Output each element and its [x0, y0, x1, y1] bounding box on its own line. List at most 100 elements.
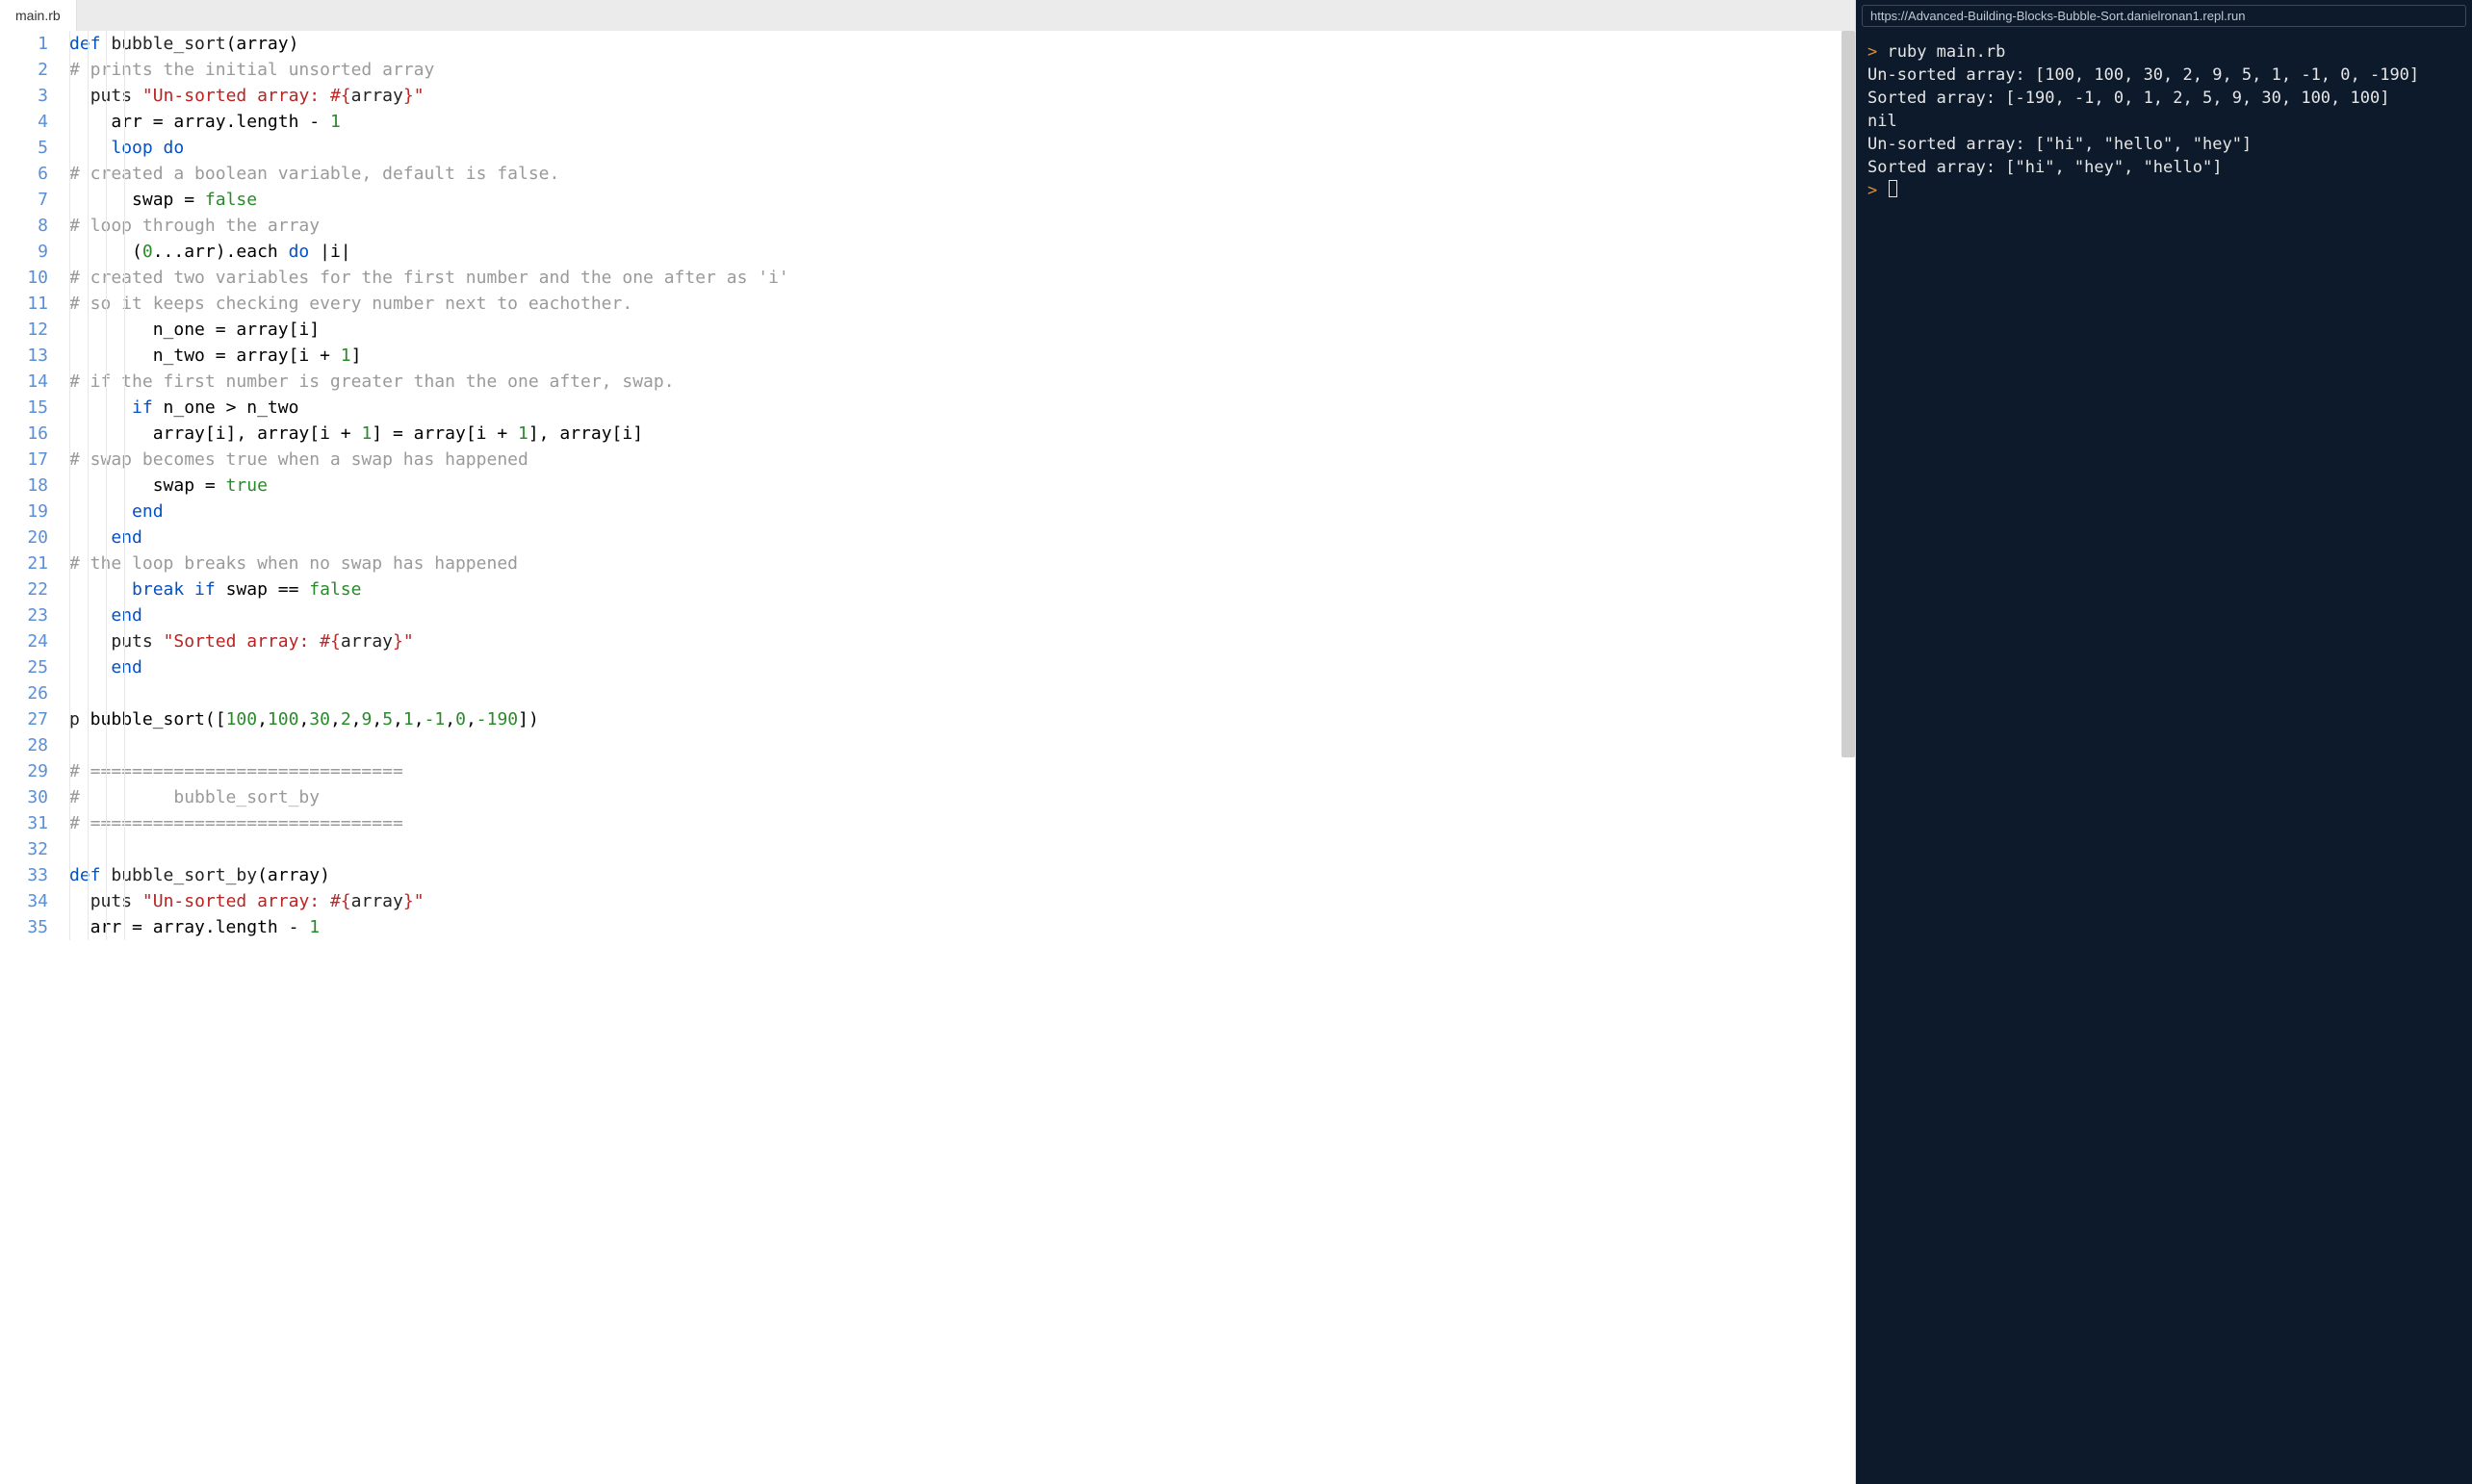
indent-guide [88, 602, 89, 628]
code-line[interactable]: break if swap == false [69, 576, 1855, 602]
terminal-line: Un-sorted array: [100, 100, 30, 2, 9, 5,… [1867, 64, 2460, 87]
code-line[interactable] [69, 680, 1855, 706]
code-line[interactable]: # prints the initial unsorted array [69, 57, 1855, 83]
code-line[interactable]: swap = false [69, 187, 1855, 213]
indent-guide [124, 784, 125, 810]
indent-guide [69, 369, 70, 395]
indent-guide [106, 525, 107, 550]
code-line[interactable]: array[i], array[i + 1] = array[i + 1], a… [69, 421, 1855, 447]
indent-guide [124, 628, 125, 654]
line-number: 30 [0, 784, 48, 810]
indent-guide [124, 550, 125, 576]
indent-guide [106, 213, 107, 239]
line-number: 4 [0, 109, 48, 135]
code-line[interactable]: puts "Sorted array: #{array}" [69, 628, 1855, 654]
code-line[interactable]: end [69, 499, 1855, 525]
line-number: 20 [0, 525, 48, 550]
indent-guide [69, 862, 70, 888]
code-line[interactable]: # ============================== [69, 810, 1855, 836]
code-line[interactable]: def bubble_sort(array) [69, 31, 1855, 57]
indent-guide [124, 602, 125, 628]
prompt-icon: > [1867, 181, 1887, 200]
indent-guide [124, 473, 125, 499]
code-line[interactable]: # created a boolean variable, default is… [69, 161, 1855, 187]
code-line[interactable]: arr = array.length - 1 [69, 914, 1855, 940]
indent-guide [69, 421, 70, 447]
line-number: 19 [0, 499, 48, 525]
line-number: 2 [0, 57, 48, 83]
indent-guide [88, 758, 89, 784]
indent-guide [69, 576, 70, 602]
code-content[interactable]: def bubble_sort(array)# prints the initi… [62, 31, 1855, 940]
code-line[interactable]: # if the first number is greater than th… [69, 369, 1855, 395]
indent-guide [106, 602, 107, 628]
indent-guide [106, 83, 107, 109]
indent-guide [88, 161, 89, 187]
indent-guide [106, 758, 107, 784]
code-line[interactable]: # the loop breaks when no swap has happe… [69, 550, 1855, 576]
indent-guide [88, 706, 89, 732]
line-number: 9 [0, 239, 48, 265]
code-line[interactable]: def bubble_sort_by(array) [69, 862, 1855, 888]
code-line[interactable]: puts "Un-sorted array: #{array}" [69, 83, 1855, 109]
indent-guide [69, 109, 70, 135]
terminal-output[interactable]: > ruby main.rbUn-sorted array: [100, 100… [1856, 31, 2472, 1484]
code-line[interactable]: loop do [69, 135, 1855, 161]
line-number: 18 [0, 473, 48, 499]
indent-guide [124, 447, 125, 473]
indent-guide [124, 317, 125, 343]
url-input[interactable]: https://Advanced-Building-Blocks-Bubble-… [1862, 5, 2466, 27]
indent-guide [124, 135, 125, 161]
code-line[interactable] [69, 836, 1855, 862]
indent-guide [69, 888, 70, 914]
indent-guide [124, 576, 125, 602]
indent-guide [124, 213, 125, 239]
indent-guide [124, 57, 125, 83]
code-line[interactable]: puts "Un-sorted array: #{array}" [69, 888, 1855, 914]
code-line[interactable]: # ============================== [69, 758, 1855, 784]
line-number: 15 [0, 395, 48, 421]
code-line[interactable]: n_one = array[i] [69, 317, 1855, 343]
line-number: 12 [0, 317, 48, 343]
code-line[interactable]: # bubble_sort_by [69, 784, 1855, 810]
code-line[interactable]: swap = true [69, 473, 1855, 499]
indent-guide [69, 57, 70, 83]
terminal-line: Sorted array: [-190, -1, 0, 1, 2, 5, 9, … [1867, 87, 2460, 110]
indent-guide [88, 239, 89, 265]
indent-guide [88, 525, 89, 550]
code-line[interactable]: # created two variables for the first nu… [69, 265, 1855, 291]
indent-guide [69, 395, 70, 421]
line-number: 33 [0, 862, 48, 888]
scrollbar[interactable] [1841, 31, 1855, 757]
code-line[interactable]: end [69, 602, 1855, 628]
code-line[interactable]: (0...arr).each do |i| [69, 239, 1855, 265]
code-line[interactable]: end [69, 525, 1855, 550]
code-line[interactable] [69, 732, 1855, 758]
indent-guide [69, 784, 70, 810]
code-line[interactable]: end [69, 654, 1855, 680]
code-line[interactable]: if n_one > n_two [69, 395, 1855, 421]
indent-guide [69, 343, 70, 369]
code-line[interactable]: n_two = array[i + 1] [69, 343, 1855, 369]
line-number: 6 [0, 161, 48, 187]
line-number: 11 [0, 291, 48, 317]
code-line[interactable]: # swap becomes true when a swap has happ… [69, 447, 1855, 473]
code-line[interactable]: # so it keeps checking every number next… [69, 291, 1855, 317]
code-line[interactable]: arr = array.length - 1 [69, 109, 1855, 135]
indent-guide [88, 914, 89, 940]
indent-guide [88, 550, 89, 576]
indent-guide [124, 291, 125, 317]
code-line[interactable]: p bubble_sort([100,100,30,2,9,5,1,-1,0,-… [69, 706, 1855, 732]
indent-guide [69, 499, 70, 525]
indent-guide [69, 680, 70, 706]
file-tab[interactable]: main.rb [0, 0, 77, 31]
indent-guide [69, 732, 70, 758]
code-scroll[interactable]: 1234567891011121314151617181920212223242… [0, 31, 1855, 1484]
indent-guide [88, 654, 89, 680]
line-number: 3 [0, 83, 48, 109]
indent-guide [88, 499, 89, 525]
indent-guide [124, 395, 125, 421]
indent-guide [106, 57, 107, 83]
indent-guide [88, 265, 89, 291]
code-line[interactable]: # loop through the array [69, 213, 1855, 239]
